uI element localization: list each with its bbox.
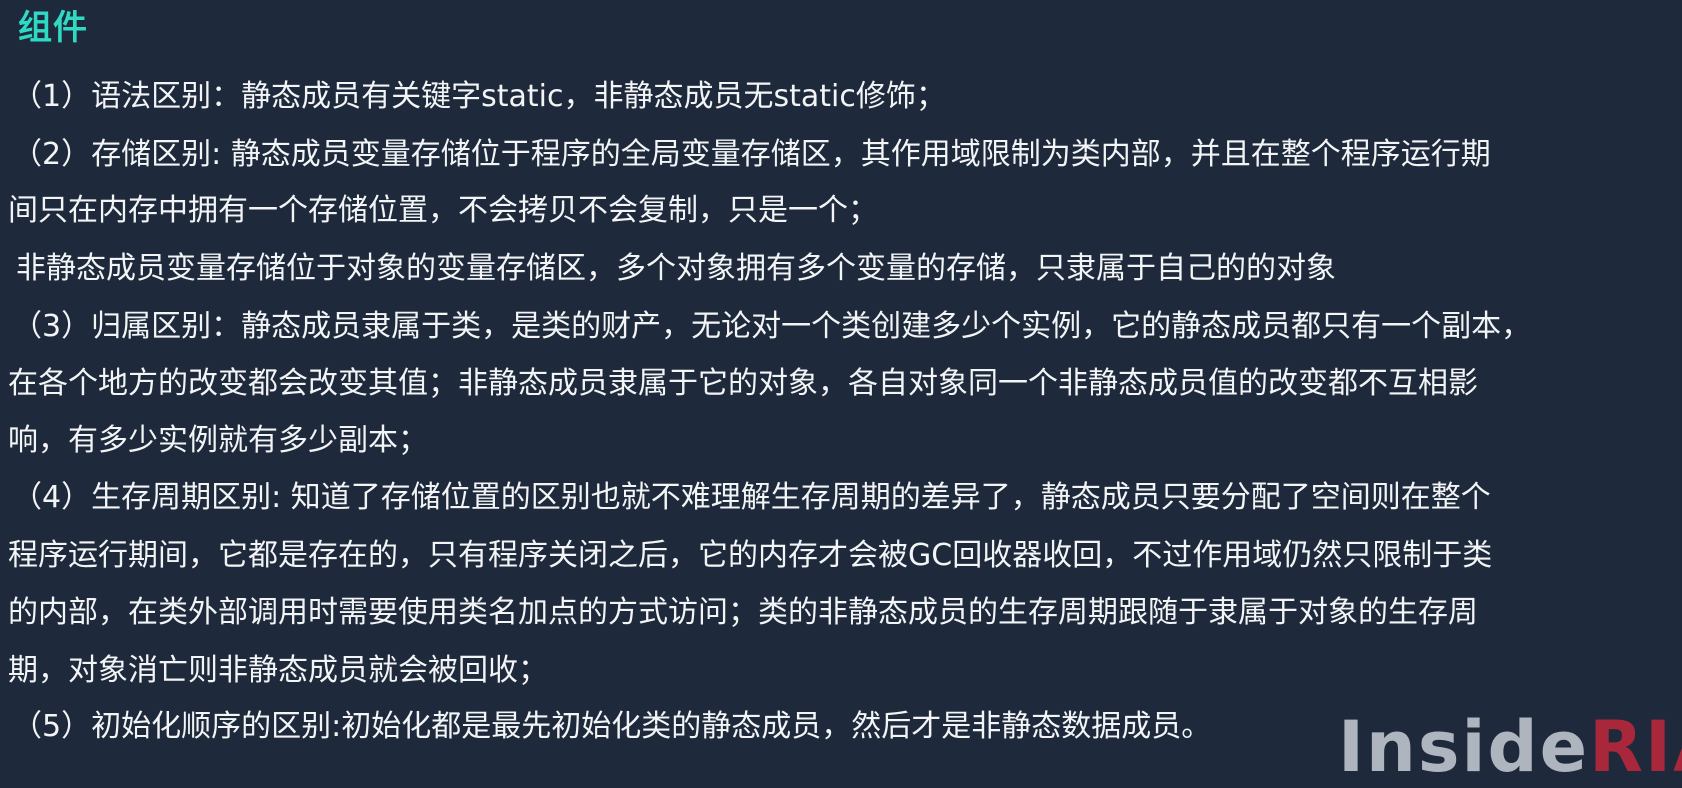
text-line-lifetime-continued-2: 的内部，在类外部调用时需要使用类名加点的方式访问；类的非静态成员的生存周期跟随于… (8, 595, 1478, 630)
text-line-init-order-difference: （5）初始化顺序的区别:初始化都是最先初始化类的静态成员，然后才是非静态数据成员… (12, 709, 1212, 744)
text-line-storage-continued: 间只在内存中拥有一个存储位置，不会拷贝不会复制，只是一个； (8, 193, 878, 228)
slide: 组件 （1）语法区别：静态成员有关键字static，非静态成员无static修饰… (0, 0, 1682, 782)
text-line-lifetime-difference: （4）生存周期区别: 知道了存储位置的区别也就不难理解生存周期的差异了，静态成员… (12, 480, 1491, 515)
text-line-syntax-difference: （1）语法区别：静态成员有关键字static，非静态成员无static修饰； (12, 79, 946, 114)
text-line-ownership-end: 响，有多少实例就有多少副本； (8, 423, 428, 458)
text-line-ownership-difference: （3）归属区别：静态成员隶属于类，是类的财产，无论对一个类创建多少个实例，它的静… (12, 309, 1532, 344)
text-line-ownership-continued: 在各个地方的改变都会改变其值；非静态成员隶属于它的对象，各自对象同一个非静态成员… (8, 366, 1478, 401)
watermark-text-ria: RIA (1589, 706, 1682, 788)
watermark-text-inside: Inside (1338, 706, 1590, 788)
watermark-logo: InsideRIA (1338, 712, 1682, 782)
text-line-nonstatic-storage: 非静态成员变量存储位于对象的变量存储区，多个对象拥有多个变量的存储，只隶属于自己… (16, 251, 1336, 286)
text-line-lifetime-end: 期，对象消亡则非静态成员就会被回收； (8, 653, 548, 688)
slide-title: 组件 (18, 8, 88, 48)
text-line-storage-difference: （2）存储区别: 静态成员变量存储位于程序的全局变量存储区，其作用域限制为类内部… (12, 137, 1491, 172)
text-line-lifetime-continued: 程序运行期间，它都是存在的，只有程序关闭之后，它的内存才会被GC回收器收回，不过… (8, 538, 1493, 573)
